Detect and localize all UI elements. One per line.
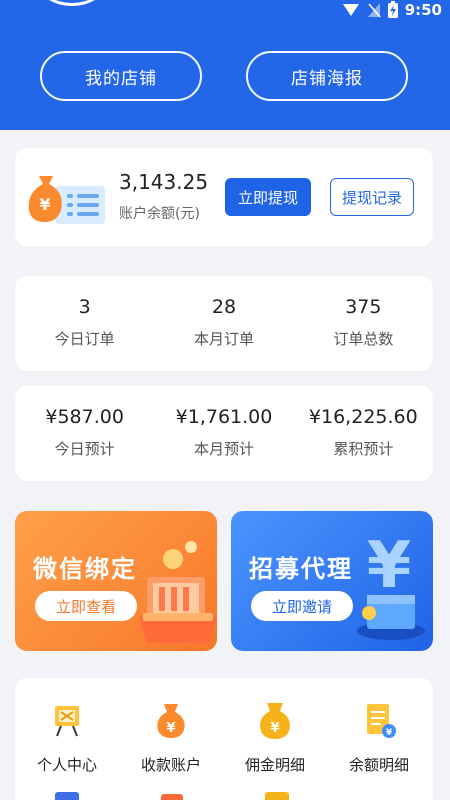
payment-account-item[interactable]: ¥ 收款账户 bbox=[119, 700, 223, 775]
menu-label: 个人中心 bbox=[36, 756, 97, 774]
stat-value: ¥587.00 bbox=[45, 406, 124, 428]
svg-text:¥: ¥ bbox=[386, 728, 393, 738]
stat-value: ¥16,225.60 bbox=[308, 406, 418, 428]
status-bar: 9:50 bbox=[341, 0, 442, 20]
store-poster-button[interactable]: 店铺海报 bbox=[246, 51, 408, 101]
withdraw-button[interactable]: 立即提现 bbox=[225, 178, 311, 216]
cellular-icon bbox=[367, 3, 381, 18]
signal-icon bbox=[342, 4, 359, 16]
stat-value: 28 bbox=[211, 296, 237, 318]
invite-now-button[interactable]: 立即邀请 bbox=[251, 591, 353, 621]
stat-label: 今日预计 bbox=[54, 440, 115, 458]
balance-label: 账户余额(元) bbox=[119, 206, 200, 222]
wechat-bind-banner[interactable]: 微信绑定 立即查看 bbox=[15, 511, 217, 651]
stat-value: 375 bbox=[345, 296, 382, 318]
estimates-card: ¥587.00 今日预计 ¥1,761.00 本月预计 ¥16,225.60 累… bbox=[15, 386, 433, 481]
my-store-button[interactable]: 我的店铺 bbox=[40, 51, 202, 101]
orders-card: 3 今日订单 28 本月订单 375 订单总数 bbox=[15, 276, 433, 371]
today-estimate[interactable]: ¥587.00 今日预计 bbox=[15, 406, 154, 459]
gift-box-illustration bbox=[139, 541, 217, 643]
wechat-bind-title: 微信绑定 bbox=[33, 555, 137, 583]
stat-label: 本月订单 bbox=[193, 330, 254, 348]
menu-label: 余额明细 bbox=[348, 756, 409, 774]
yuan-gift-illustration: ¥ bbox=[357, 529, 425, 640]
stat-label: 订单总数 bbox=[333, 330, 394, 348]
header: 9:50 我的店铺 店铺海报 bbox=[0, 0, 450, 130]
recruit-agent-title: 招募代理 bbox=[249, 555, 353, 583]
document-coin-icon: ¥ bbox=[367, 704, 396, 738]
svg-text:¥: ¥ bbox=[166, 721, 175, 736]
view-now-button[interactable]: 立即查看 bbox=[35, 591, 137, 621]
svg-text:¥: ¥ bbox=[367, 529, 412, 603]
easel-icon bbox=[55, 706, 79, 737]
status-time: 9:50 bbox=[404, 1, 442, 19]
stat-label: 本月预计 bbox=[193, 440, 254, 458]
next-row-icon[interactable] bbox=[265, 792, 289, 800]
menu-label: 佣金明细 bbox=[244, 756, 305, 774]
wallet-icon: ¥ bbox=[28, 176, 105, 224]
withdraw-records-button[interactable]: 提现记录 bbox=[330, 178, 414, 216]
next-row-icon[interactable] bbox=[161, 794, 183, 800]
balance-amount: 3,143.25 bbox=[119, 170, 209, 194]
svg-text:¥: ¥ bbox=[270, 721, 279, 736]
stat-label: 累积预计 bbox=[333, 440, 394, 458]
today-orders[interactable]: 3 今日订单 bbox=[15, 296, 154, 349]
total-estimate[interactable]: ¥16,225.60 累积预计 bbox=[294, 406, 433, 459]
next-row-icon[interactable] bbox=[55, 792, 79, 800]
recruit-agent-banner[interactable]: ¥ 招募代理 立即邀请 bbox=[231, 511, 433, 651]
personal-center-item[interactable]: 个人中心 bbox=[15, 700, 119, 775]
money-bag-icon: ¥ bbox=[157, 704, 185, 738]
svg-text:¥: ¥ bbox=[39, 195, 50, 214]
month-orders[interactable]: 28 本月订单 bbox=[154, 296, 293, 349]
stat-label: 今日订单 bbox=[54, 330, 115, 348]
commission-detail-item[interactable]: ¥ 佣金明细 bbox=[223, 700, 327, 775]
stat-value: ¥1,761.00 bbox=[175, 406, 273, 428]
balance-detail-item[interactable]: ¥ 余额明细 bbox=[327, 700, 431, 775]
menu-grid: 个人中心 ¥ 收款账户 ¥ 佣金明细 ¥ 余额明细 bbox=[15, 678, 433, 800]
total-orders[interactable]: 375 订单总数 bbox=[294, 296, 433, 349]
menu-label: 收款账户 bbox=[140, 756, 201, 774]
commission-bag-icon: ¥ bbox=[260, 703, 290, 739]
avatar[interactable] bbox=[38, 0, 106, 6]
stat-value: 3 bbox=[78, 296, 91, 318]
battery-icon bbox=[387, 1, 398, 18]
month-estimate[interactable]: ¥1,761.00 本月预计 bbox=[154, 406, 293, 459]
balance-card: ¥ 3,143.25 账户余额(元) 立即提现 提现记录 bbox=[15, 148, 433, 246]
